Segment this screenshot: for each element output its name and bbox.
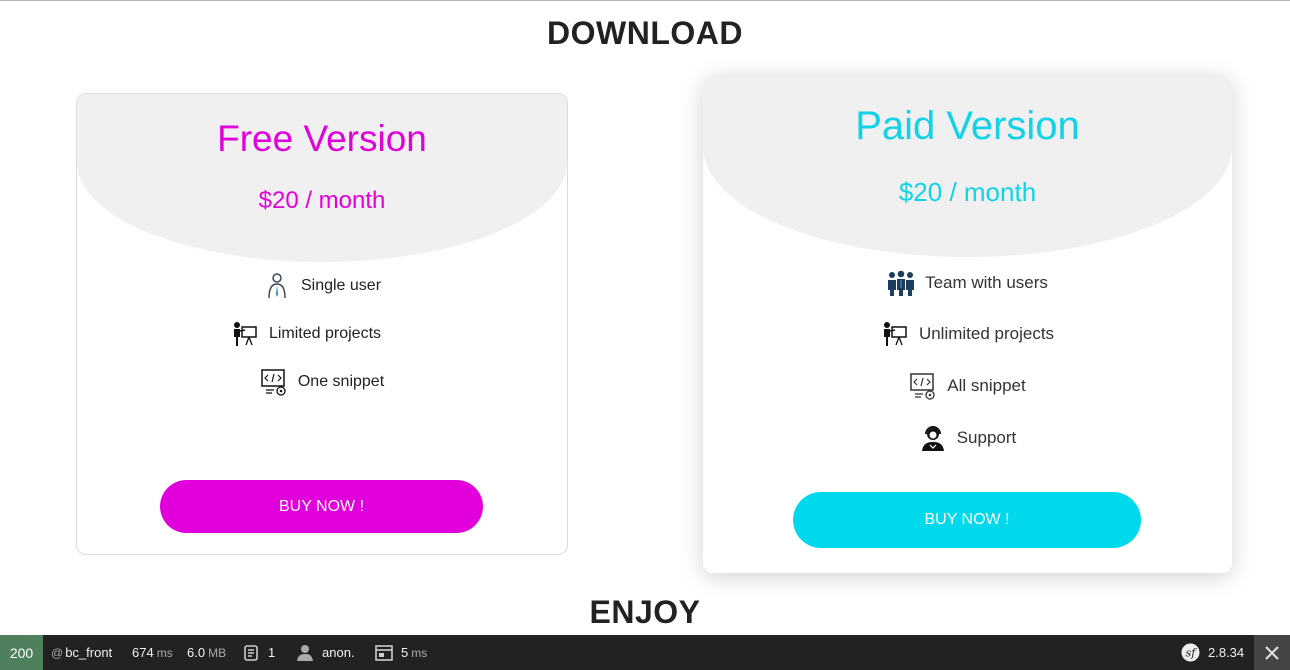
feature-team-users: Team with users: [703, 269, 1232, 297]
feature-limited-projects: Limited projects: [77, 320, 551, 348]
time-unit: ms: [156, 645, 173, 660]
presentation-icon: [231, 320, 259, 348]
toolbar-close-button[interactable]: [1254, 635, 1290, 670]
feature-single-user: Single user: [77, 272, 567, 300]
feature-label: All snippet: [947, 376, 1026, 395]
code-snippet-icon: [909, 372, 937, 400]
code-snippet-icon: [260, 368, 288, 396]
paid-plan-price: $20 / month: [898, 177, 1037, 207]
memory-unit: MB: [208, 645, 227, 660]
toolbar-database[interactable]: 5 ms: [375, 635, 427, 670]
time-value: 674: [132, 645, 154, 660]
feature-label: Team with users: [925, 273, 1048, 292]
single-user-icon: [263, 272, 291, 300]
toolbar-symfony-version[interactable]: sf 2.8.34: [1181, 635, 1244, 670]
toolbar-requests[interactable]: 1: [242, 635, 275, 670]
memory-value: 6.0: [187, 645, 206, 660]
feature-all-snippet: All snippet: [703, 372, 1232, 400]
feature-label: One snippet: [297, 373, 385, 390]
db-time-value: 5: [401, 645, 409, 660]
toolbar-user[interactable]: anon.: [296, 635, 355, 670]
requests-count: 1: [268, 645, 276, 660]
feature-support: Support: [703, 424, 1232, 452]
user-icon: [297, 644, 313, 661]
toolbar-time[interactable]: 674 ms: [132, 635, 173, 670]
debug-toolbar: 200 @ bc_front 674 ms 6.0 MB 1 anon. 5 m…: [0, 635, 1290, 670]
toolbar-memory[interactable]: 6.0 MB: [187, 635, 226, 670]
feature-label: Limited projects: [268, 325, 382, 342]
route-name: bc_front: [65, 645, 113, 660]
feature-label: Unlimited projects: [918, 324, 1055, 343]
toolbar-route[interactable]: @ bc_front: [51, 635, 112, 670]
top-border: [0, 0, 1290, 1]
free-buy-now-button[interactable]: BUY NOW !: [160, 480, 483, 533]
enjoy-heading: ENJOY: [589, 594, 701, 630]
support-agent-icon: [919, 424, 947, 452]
database-icon: [375, 644, 393, 661]
symfony-logo-icon: sf: [1181, 643, 1200, 662]
feature-label: Single user: [300, 277, 382, 294]
download-heading: DOWNLOAD: [547, 15, 743, 51]
symfony-version: 2.8.34: [1208, 645, 1245, 660]
free-plan-price: $20 / month: [258, 187, 386, 214]
free-plan-card: Free Version $20 / month Single user Lim…: [76, 93, 568, 555]
feature-unlimited-projects: Unlimited projects: [703, 320, 1232, 348]
close-icon: [1265, 645, 1279, 660]
db-time-unit: ms: [411, 645, 428, 660]
requests-icon: [244, 644, 258, 661]
status-code-badge[interactable]: 200: [0, 635, 43, 670]
feature-label: Support: [956, 428, 1017, 447]
paid-plan-card: Paid Version $20 / month Team with users: [703, 76, 1232, 573]
paid-buy-now-button[interactable]: BUY NOW !: [793, 492, 1141, 548]
route-prefix: @: [51, 645, 64, 660]
paid-plan-name: Paid Version: [855, 104, 1080, 148]
team-icon: [887, 269, 915, 297]
free-plan-name: Free Version: [217, 118, 427, 159]
user-name: anon.: [322, 645, 355, 660]
presentation-icon: [881, 320, 909, 348]
feature-one-snippet: One snippet: [77, 368, 567, 396]
